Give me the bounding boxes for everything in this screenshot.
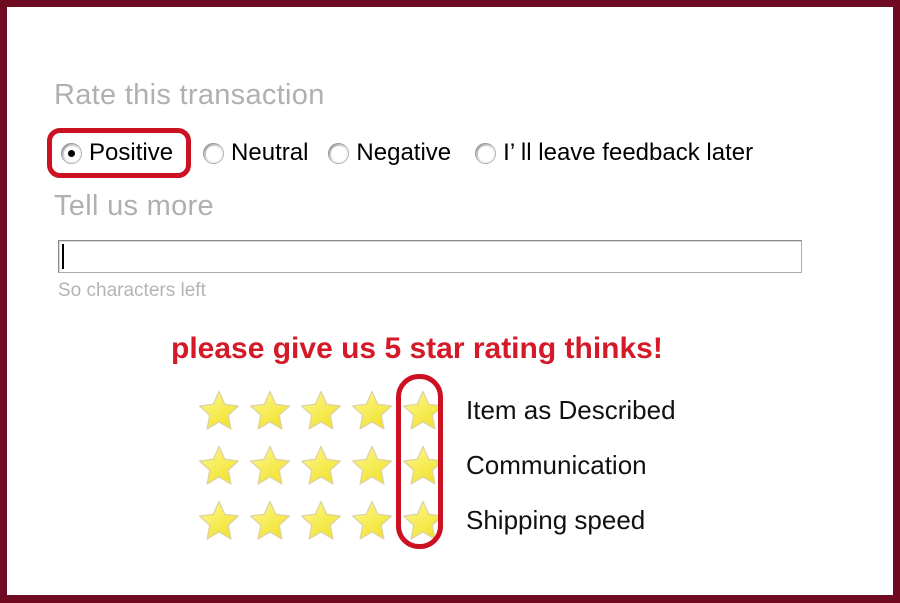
rating-label-communication: Communication xyxy=(466,449,647,480)
radio-label-neutral: Neutral xyxy=(231,139,309,166)
star-icon[interactable] xyxy=(397,382,448,437)
feedback-form: Rate this transaction Positive Neutral N… xyxy=(7,7,893,595)
star-icon[interactable] xyxy=(397,492,448,547)
radio-option-feedback-later[interactable]: I’ ll leave feedback later xyxy=(475,125,753,181)
radio-button-icon[interactable] xyxy=(475,142,497,164)
rate-section-heading: Rate this transaction xyxy=(54,79,325,111)
star-icon[interactable] xyxy=(244,437,295,492)
rating-row: Communication xyxy=(193,437,676,492)
rating-label-item-as-described: Item as Described xyxy=(466,394,676,425)
characters-left-label: So characters left xyxy=(58,280,206,301)
star-icon[interactable] xyxy=(193,382,244,437)
rating-radio-group: Positive Neutral Negative I’ ll leave fe… xyxy=(47,125,753,181)
radio-label-feedback-later: I’ ll leave feedback later xyxy=(503,139,754,166)
radio-label-positive: Positive xyxy=(89,139,174,166)
star-icon[interactable] xyxy=(397,437,448,492)
radio-label-negative: Negative xyxy=(356,139,452,166)
rating-label-shipping-speed: Shipping speed xyxy=(466,504,646,535)
star-icon[interactable] xyxy=(193,437,244,492)
radio-option-neutral[interactable]: Neutral xyxy=(203,125,308,181)
star-icon[interactable] xyxy=(346,437,397,492)
radio-button-icon[interactable] xyxy=(328,142,350,164)
comment-input[interactable] xyxy=(58,240,802,273)
star-icon[interactable] xyxy=(295,382,346,437)
star-icon[interactable] xyxy=(244,492,295,547)
radio-button-selected-icon[interactable] xyxy=(61,142,82,164)
bordered-frame: Rate this transaction Positive Neutral N… xyxy=(0,0,900,603)
star-icon[interactable] xyxy=(346,492,397,547)
star-icon[interactable] xyxy=(346,382,397,437)
text-caret xyxy=(62,244,64,269)
star-icon[interactable] xyxy=(295,492,346,547)
rating-row: Shipping speed xyxy=(193,492,676,547)
promo-message: please give us 5 star rating thinks! xyxy=(171,332,663,365)
star-icon[interactable] xyxy=(295,437,346,492)
star-icon[interactable] xyxy=(193,492,244,547)
radio-button-icon[interactable] xyxy=(203,142,225,164)
star-rating-table: Item as Described Communication Shipping… xyxy=(193,382,676,547)
star-icon[interactable] xyxy=(244,382,295,437)
radio-option-positive[interactable]: Positive xyxy=(47,125,192,181)
tell-us-more-heading: Tell us more xyxy=(54,190,214,222)
radio-option-negative[interactable]: Negative xyxy=(328,125,451,181)
rating-row: Item as Described xyxy=(193,382,676,437)
